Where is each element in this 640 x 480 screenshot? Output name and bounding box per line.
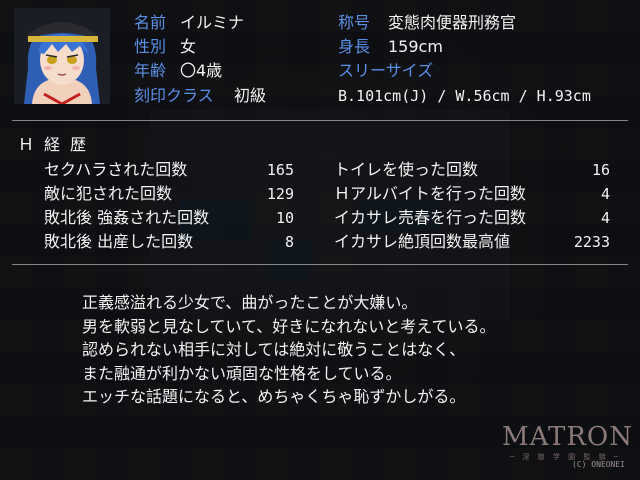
height-label: 身長 xyxy=(338,37,371,56)
history-label: イカサレ売春を行った回数 xyxy=(334,208,527,227)
description-line: 正義感溢れる少女で、曲がったことが大嫌い。 xyxy=(82,293,418,312)
history-count: 8 xyxy=(284,233,294,251)
age-value: 〇4歳 xyxy=(180,61,223,80)
history-row: セクハラされた回数 165 xyxy=(44,158,294,182)
description-line: また融通が利かない頑固な性格をしている。 xyxy=(82,363,402,383)
class-value: 初級 xyxy=(234,86,267,105)
history-label: イカサレ絶頂回数最高値 xyxy=(334,232,511,251)
history-count: 10 xyxy=(275,209,294,227)
description-line: 男を軟弱と見なしていて、好きになれないと考えている。 xyxy=(82,316,496,336)
age-label: 年齢 xyxy=(134,61,167,80)
history-row: Ｈアルバイトを行った回数 4 xyxy=(334,182,610,206)
history-count: 4 xyxy=(600,209,610,227)
description-line: 認められない相手に対しては絶対に敬うことはなく、 xyxy=(82,340,466,359)
history-count: 165 xyxy=(266,161,294,179)
history-count: 129 xyxy=(266,185,294,203)
name-label: 名前 xyxy=(134,13,167,32)
game-logo: MATRON ─ 淫 獄 学 園 監 獄 ─ (C) ONEONEI xyxy=(498,420,634,476)
history-row: イカサレ売春を行った回数 4 xyxy=(334,206,610,230)
name-value: イルミナ xyxy=(180,13,245,32)
divider xyxy=(12,120,628,121)
history-label: Ｈアルバイトを行った回数 xyxy=(334,184,526,203)
history-row: 敗北後 強姦された回数 10 xyxy=(44,206,294,230)
sizes-value: B.101cm(J) / W.56cm / H.93cm xyxy=(338,87,591,105)
history-row: イカサレ絶頂回数最高値 2233 xyxy=(334,230,610,254)
sizes-label: スリーサイズ xyxy=(338,61,434,80)
status-window: 名前 イルミナ 性別 女 年齢 〇4歳 刻印クラス 初級 称号 変態肉便器刑務官… xyxy=(0,0,640,480)
history-count: 16 xyxy=(591,161,610,179)
description-line: エッチな話題になると、めちゃくちゃ恥ずかしがる。 xyxy=(82,387,466,406)
history-count: 4 xyxy=(600,185,610,203)
character-description: 正義感溢れる少女で、曲がったことが大嫌い。 男を軟弱と見なしていて、好きになれな… xyxy=(82,291,602,409)
history-row: 敗北後 出産した回数 8 xyxy=(44,230,294,254)
gender-label: 性別 xyxy=(134,37,167,56)
logo-title: MATRON xyxy=(502,422,633,452)
divider xyxy=(12,264,628,265)
title-label: 称号 xyxy=(338,13,371,32)
history-row: 敵に犯された回数 129 xyxy=(44,182,294,206)
height-value: 159cm xyxy=(388,37,443,56)
history-label: 敗北後 強姦された回数 xyxy=(44,208,210,227)
class-label: 刻印クラス xyxy=(134,86,214,105)
history-label: セクハラされた回数 xyxy=(44,160,188,179)
game-screen: 名前 イルミナ 性別 女 年齢 〇4歳 刻印クラス 初級 称号 変態肉便器刑務官… xyxy=(0,0,640,480)
history-count: 2233 xyxy=(573,233,610,251)
copyright: (C) ONEONEI xyxy=(572,460,625,469)
history-label: 敵に犯された回数 xyxy=(44,184,173,203)
history-row: トイレを使った回数 16 xyxy=(334,158,610,182)
gender-value: 女 xyxy=(180,37,197,56)
character-portrait xyxy=(14,8,110,104)
title-value: 変態肉便器刑務官 xyxy=(388,13,517,32)
history-title: Ｈ経歴 xyxy=(18,135,97,154)
history-label: 敗北後 出産した回数 xyxy=(44,232,194,251)
history-label: トイレを使った回数 xyxy=(334,160,479,179)
